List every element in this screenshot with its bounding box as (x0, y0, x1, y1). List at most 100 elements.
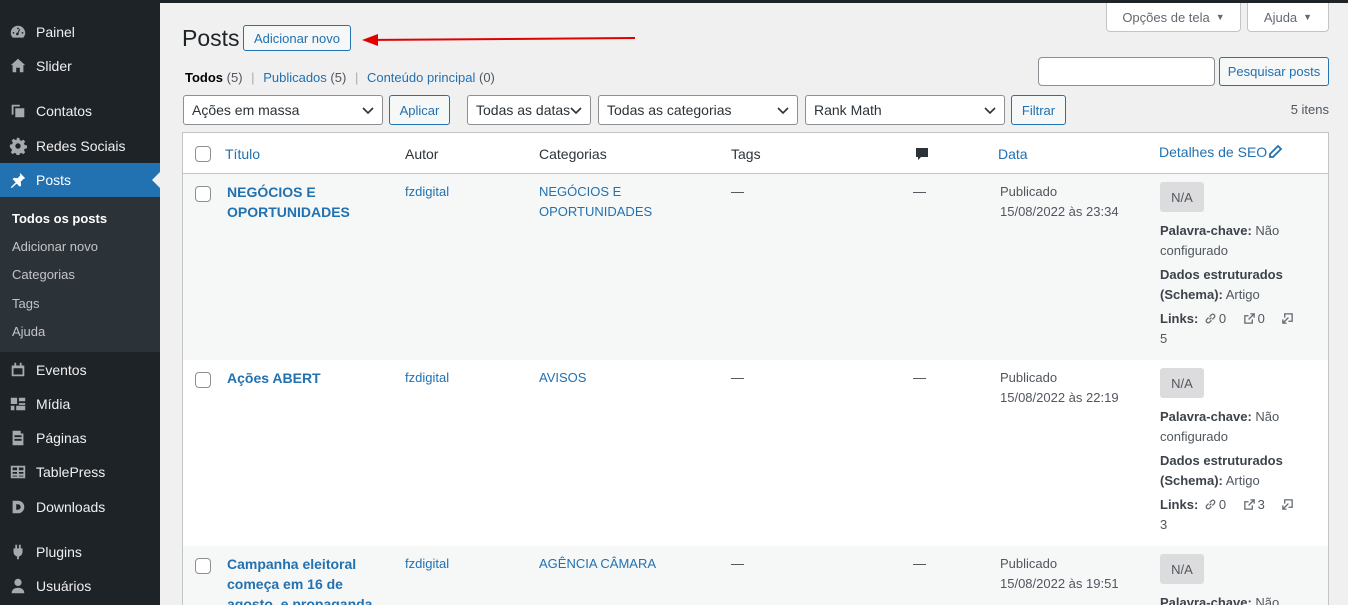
filter-cornerstone[interactable]: Conteúdo principal (367, 70, 475, 85)
sidebar-item-label: Eventos (36, 362, 87, 378)
post-author-link[interactable]: fzdigital (405, 368, 449, 388)
date-filter-select[interactable]: Todas as datas (467, 95, 591, 125)
pencil-icon[interactable] (1267, 144, 1283, 160)
post-author-link[interactable]: fzdigital (405, 554, 449, 574)
sidebar-item-paginas[interactable]: Páginas (0, 421, 160, 455)
sidebar-item-downloads[interactable]: Downloads (0, 490, 160, 524)
submenu-add-new[interactable]: Adicionar novo (12, 239, 98, 254)
internal-link-icon (1205, 499, 1216, 510)
row-checkbox[interactable] (195, 558, 211, 574)
filter-all-count: (5) (226, 70, 243, 85)
caret-down-icon: ▼ (1303, 12, 1313, 22)
post-category-link[interactable]: NEGÓCIOS E OPORTUNIDADES (539, 182, 669, 222)
table-icon (8, 462, 28, 482)
keyword-label: Palavra-chave: (1160, 409, 1252, 424)
column-date[interactable]: Data (998, 146, 1028, 162)
post-title-link[interactable]: Ações ABERT (227, 368, 377, 388)
screen-options-label: Opções de tela (1122, 9, 1210, 25)
links-incoming-count: 3 (1160, 516, 1168, 532)
annotation-arrow-icon (362, 34, 636, 46)
external-link-icon (1243, 499, 1255, 510)
filter-button[interactable]: Filtrar (1011, 95, 1066, 125)
post-status: Publicado (1000, 370, 1058, 385)
sidebar-item-label: Slider (36, 58, 72, 74)
row-checkbox[interactable] (195, 186, 211, 202)
sidebar-item-usuarios[interactable]: Usuários (0, 569, 160, 603)
separator: | (354, 70, 359, 85)
seo-links: Links: 0 0 5 (1160, 309, 1320, 348)
links-label: Links: (1160, 311, 1199, 326)
keyword-label: Palavra-chave: (1160, 223, 1252, 238)
post-date: 15/08/2022 às 23:34 (1000, 204, 1119, 219)
filter-published-count: (5) (330, 70, 347, 85)
sidebar-item-contatos[interactable]: Contatos (0, 94, 160, 128)
sidebar-item-posts[interactable]: Posts (0, 163, 160, 197)
help-button[interactable]: Ajuda ▼ (1247, 3, 1329, 32)
submenu-help[interactable]: Ajuda (12, 324, 45, 339)
sidebar-item-label: Redes Sociais (36, 138, 126, 154)
post-author-link[interactable]: fzdigital (405, 182, 449, 202)
row-checkbox[interactable] (195, 372, 211, 388)
filter-published[interactable]: Publicados (263, 70, 327, 85)
incoming-link-icon (1282, 499, 1294, 510)
table-row: Ações ABERT fzdigital AVISOS — — Publica… (183, 360, 1328, 546)
column-seo-details[interactable]: Detalhes de SEO (1159, 144, 1267, 160)
links-external-count: 0 (1257, 311, 1265, 326)
seo-schema: Dados estruturados (Schema): Artigo (1160, 265, 1320, 304)
sidebar-item-tablepress[interactable]: TablePress (0, 455, 160, 489)
post-title-link[interactable]: Campanha eleitoral começa em 16 de agost… (227, 554, 377, 605)
category-filter-select[interactable]: Todas as categorias (598, 95, 798, 125)
sidebar-item-painel[interactable]: Painel (0, 15, 160, 49)
seo-keyword: Palavra-chave: Não configurado (1160, 407, 1320, 446)
incoming-link-icon (1282, 313, 1294, 324)
posts-submenu: Todos os posts Adicionar novo Categorias… (0, 197, 160, 352)
sidebar-item-redes-sociais[interactable]: Redes Sociais (0, 129, 160, 163)
screen-options-button[interactable]: Opções de tela ▼ (1106, 3, 1241, 32)
sidebar-item-plugins[interactable]: Plugins (0, 535, 160, 569)
keyword-value: Não (1255, 595, 1280, 605)
chevron-down-icon (777, 107, 789, 115)
sidebar-item-label: Mídia (36, 396, 71, 412)
apply-button[interactable]: Aplicar (389, 95, 450, 125)
page-title: Posts (182, 25, 240, 51)
select-all-checkbox[interactable] (195, 146, 211, 162)
sidebar-item-label: Usuários (36, 578, 92, 594)
links-incoming-count: 5 (1160, 330, 1168, 346)
users-icon (8, 576, 28, 596)
submenu-categories[interactable]: Categorias (12, 267, 75, 282)
rank-math-filter-select[interactable]: Rank Math (805, 95, 1005, 125)
calendar-icon (8, 360, 28, 380)
chevron-down-icon (984, 107, 996, 115)
items-count: 5 itens (1290, 102, 1329, 117)
filter-cornerstone-count: (0) (478, 70, 495, 85)
seo-score-badge: N/A (1160, 554, 1204, 584)
gear-icon (8, 136, 28, 156)
admin-sidebar: Painel Slider Contatos Redes Sociais Pos… (0, 0, 160, 605)
seo-schema: Dados estruturados (Schema): Artigo (1160, 451, 1320, 490)
links-internal-count: 0 (1218, 497, 1227, 512)
comment-icon[interactable] (914, 146, 930, 162)
sidebar-item-eventos[interactable]: Eventos (0, 353, 160, 387)
search-posts-button[interactable]: Pesquisar posts (1219, 57, 1329, 86)
post-comments: — (913, 370, 926, 385)
submenu-tags[interactable]: Tags (12, 296, 39, 311)
submenu-all-posts[interactable]: Todos os posts (12, 211, 107, 226)
dashboard-icon (8, 22, 28, 42)
column-author: Autor (405, 146, 439, 162)
search-posts-input[interactable] (1038, 57, 1215, 86)
column-categories: Categorias (539, 146, 607, 162)
add-new-post-button[interactable]: Adicionar novo (243, 25, 351, 51)
post-category-link[interactable]: AGÊNCIA CÂMARA (539, 554, 689, 574)
sidebar-item-label: Plugins (36, 544, 82, 560)
chevron-down-icon (570, 107, 582, 115)
bulk-actions-select[interactable]: Ações em massa (183, 95, 383, 125)
sidebar-item-midia[interactable]: Mídia (0, 387, 160, 421)
post-category-link[interactable]: AVISOS (539, 368, 669, 388)
post-tags: — (731, 184, 744, 199)
post-title-link[interactable]: NEGÓCIOS E OPORTUNIDADES (227, 182, 377, 222)
filter-all[interactable]: Todos (185, 70, 223, 85)
seo-keyword: Palavra-chave: Não (1160, 593, 1320, 605)
column-title[interactable]: Título (225, 146, 260, 162)
post-comments: — (913, 184, 926, 199)
sidebar-item-slider[interactable]: Slider (0, 49, 160, 83)
